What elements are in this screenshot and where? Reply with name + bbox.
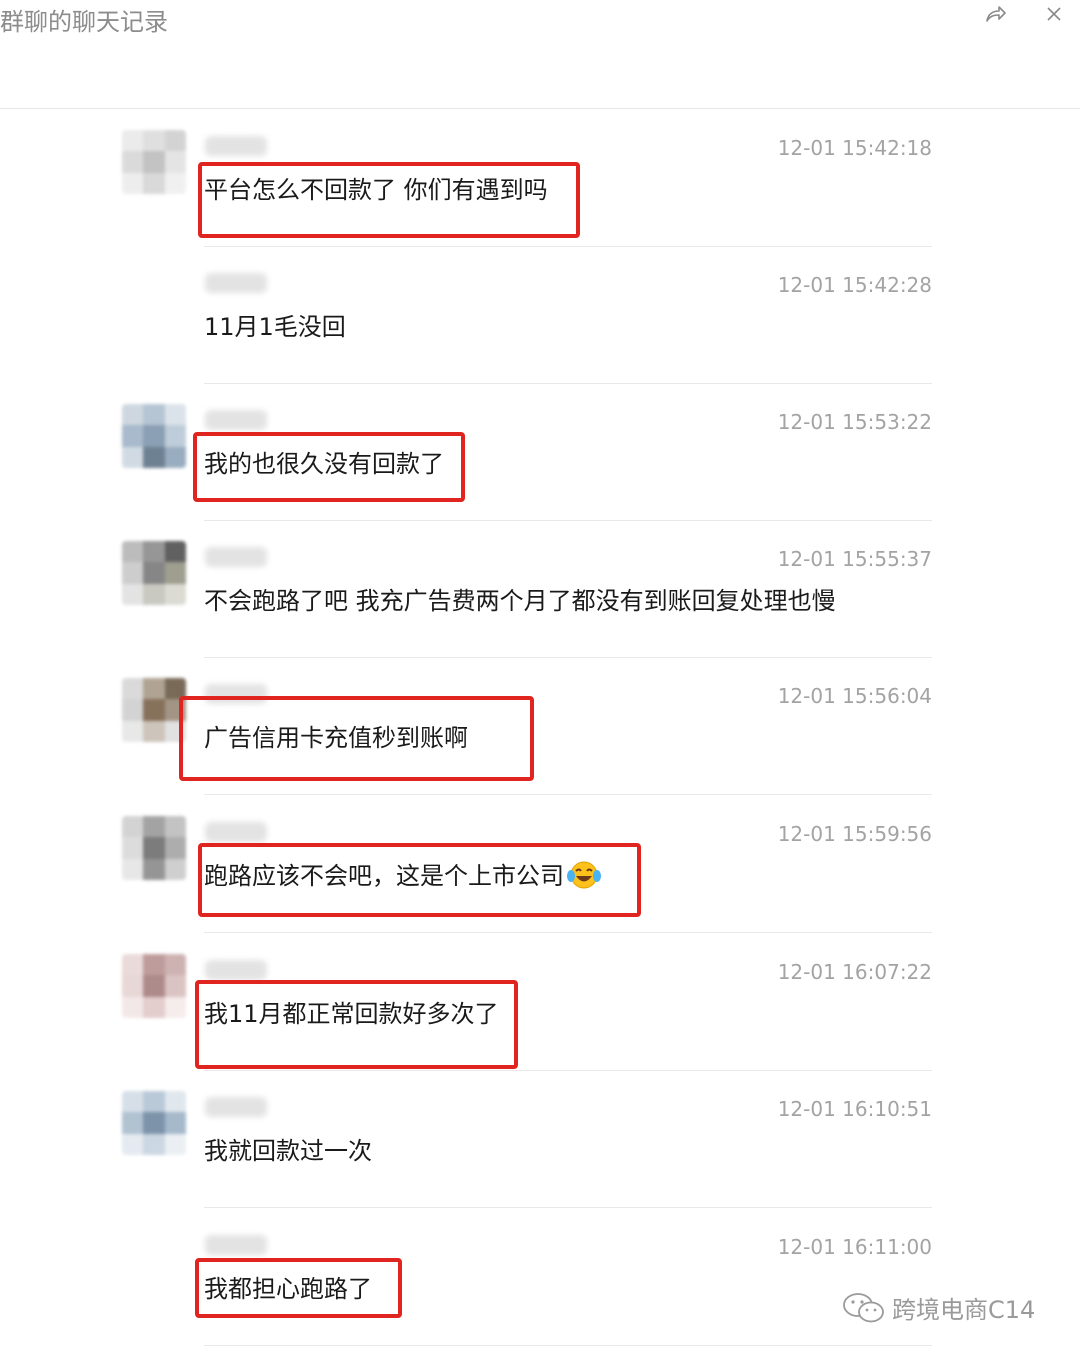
- avatar: [122, 130, 186, 194]
- title-bar: 群聊的聊天记录: [0, 0, 1080, 109]
- watermark: 跨境电商C14: [842, 1290, 1035, 1325]
- sender-name-blurred: [205, 822, 267, 842]
- message-time: 12-01 15:56:04: [777, 684, 932, 708]
- message-text[interactable]: 不会跑路了吧 我充广告费两个月了都没有到账回复处理也慢: [204, 581, 836, 616]
- highlight-box: [198, 162, 580, 238]
- wechat-icon: [843, 1292, 884, 1322]
- chat-message: 12-01 16:10:51 我就回款过一次: [0, 1071, 1080, 1208]
- message-time: 12-01 15:42:18: [777, 136, 932, 160]
- message-divider: [204, 1207, 932, 1208]
- sender-name-blurred: [205, 273, 267, 293]
- close-button[interactable]: [1036, 0, 1072, 28]
- sender-name-blurred: [205, 410, 267, 430]
- sender-name-blurred: [205, 1235, 267, 1255]
- avatar: [122, 404, 186, 468]
- message-time: 12-01 15:53:22: [777, 410, 932, 434]
- message-time: 12-01 15:42:28: [777, 273, 932, 297]
- message-text[interactable]: 11月1毛没回: [204, 307, 346, 342]
- message-divider: [204, 794, 932, 795]
- sender-name-blurred: [205, 960, 267, 980]
- avatar: [122, 1091, 186, 1155]
- window-title: 群聊的聊天记录: [0, 8, 168, 36]
- watermark-text: 跨境电商C14: [892, 1296, 1036, 1324]
- chat-message: 12-01 15:42:28 11月1毛没回: [0, 247, 1080, 384]
- highlight-box: [179, 696, 534, 781]
- message-time: 12-01 16:10:51: [777, 1097, 932, 1121]
- message-time: 12-01 15:59:56: [777, 822, 932, 846]
- chat-message: 12-01 16:07:22 我11月都正常回款好多次了: [0, 934, 1080, 1071]
- message-time: 12-01 16:07:22: [777, 960, 932, 984]
- highlight-box: [198, 843, 641, 917]
- avatar: [122, 541, 186, 605]
- highlight-box: [195, 980, 518, 1069]
- chat-message: 12-01 15:56:04 广告信用卡充值秒到账啊: [0, 658, 1080, 795]
- sender-name-blurred: [205, 547, 267, 567]
- share-forward-icon: [986, 6, 1006, 22]
- share-button[interactable]: [978, 0, 1014, 28]
- sender-name-blurred: [205, 1097, 267, 1117]
- avatar: [122, 816, 186, 880]
- chat-message: 12-01 15:53:22 我的也很久没有回款了: [0, 384, 1080, 521]
- chat-message: 12-01 15:55:37 不会跑路了吧 我充广告费两个月了都没有到账回复处理…: [0, 521, 1080, 658]
- message-text[interactable]: 我就回款过一次: [204, 1131, 372, 1166]
- avatar: [122, 678, 186, 742]
- message-time: 12-01 16:11:00: [777, 1235, 932, 1259]
- highlight-box: [195, 1258, 402, 1318]
- chat-message: 12-01 16:11:00 我都担心跑路了: [0, 1209, 1080, 1346]
- close-icon: [1047, 7, 1061, 21]
- highlight-box: [193, 432, 465, 502]
- message-divider: [204, 1345, 932, 1346]
- message-time: 12-01 15:55:37: [777, 547, 932, 571]
- message-divider: [204, 932, 932, 933]
- avatar: [122, 954, 186, 1018]
- chat-message: 12-01 15:42:18 平台怎么不回款了 你们有遇到吗: [0, 110, 1080, 247]
- chat-message: 12-01 15:59:56 跑路应该不会吧，这是个上市公司: [0, 796, 1080, 933]
- sender-name-blurred: [205, 136, 267, 156]
